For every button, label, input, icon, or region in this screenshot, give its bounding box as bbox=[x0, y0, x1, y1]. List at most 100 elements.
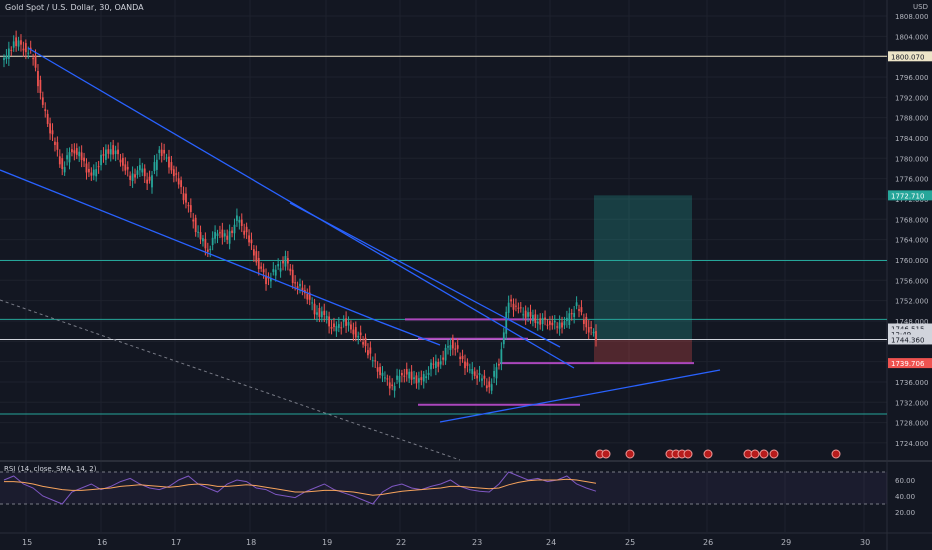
candle-body bbox=[391, 384, 394, 387]
candle-body bbox=[490, 384, 493, 391]
candle-body bbox=[194, 217, 197, 233]
candle-body bbox=[90, 172, 93, 176]
candle-body bbox=[352, 329, 355, 335]
candle-body bbox=[177, 178, 180, 185]
candle-body bbox=[160, 149, 163, 156]
candle-body bbox=[197, 231, 199, 233]
candle-body bbox=[56, 142, 59, 150]
price-label: 1800.070 bbox=[891, 53, 924, 61]
candle-body bbox=[408, 371, 411, 379]
candle-body bbox=[170, 162, 173, 171]
candle-body bbox=[425, 376, 428, 379]
candle-body bbox=[51, 130, 54, 135]
stop-zone bbox=[594, 339, 692, 364]
candle-body bbox=[95, 169, 98, 177]
candle-body bbox=[534, 314, 537, 324]
candle-body bbox=[570, 313, 573, 315]
x-tick-label: 19 bbox=[322, 538, 332, 547]
candle-body bbox=[323, 310, 326, 315]
candle-body bbox=[134, 174, 136, 178]
candle-body bbox=[284, 255, 287, 267]
candle-body bbox=[58, 156, 61, 165]
candle-body bbox=[223, 233, 226, 237]
event-marker-icon bbox=[683, 449, 693, 459]
candle-body bbox=[216, 233, 219, 236]
candle-body bbox=[250, 239, 253, 244]
target-zone bbox=[594, 195, 692, 340]
candle-body bbox=[568, 313, 571, 325]
candle-body bbox=[454, 348, 457, 350]
candle-body bbox=[427, 372, 430, 375]
candle-body bbox=[459, 356, 462, 360]
candle-body bbox=[286, 258, 289, 264]
candle-body bbox=[582, 319, 585, 324]
candle-body bbox=[580, 307, 583, 313]
candle-body bbox=[124, 164, 127, 171]
price-label: 1772.710 bbox=[891, 192, 924, 200]
candle-body bbox=[114, 150, 117, 155]
candle-body bbox=[415, 375, 418, 384]
candle-body bbox=[105, 149, 107, 160]
candle-body bbox=[587, 327, 590, 333]
candle-body bbox=[376, 367, 379, 372]
candle-body bbox=[430, 362, 432, 370]
candle-body bbox=[388, 382, 391, 389]
candle-body bbox=[565, 317, 568, 321]
rsi-tick-label: 60.00 bbox=[895, 477, 915, 485]
candle-body bbox=[75, 148, 78, 155]
candle-body bbox=[493, 370, 495, 377]
candle-body bbox=[396, 375, 398, 380]
candle-body bbox=[34, 55, 37, 68]
candle-body bbox=[12, 41, 15, 48]
candle-body bbox=[88, 168, 90, 173]
candle-body bbox=[478, 373, 481, 376]
candle-body bbox=[439, 361, 442, 365]
candle-body bbox=[44, 109, 47, 112]
candle-body bbox=[432, 363, 435, 365]
candle-body bbox=[398, 375, 401, 383]
y-tick-label: 1736.000 bbox=[895, 379, 928, 387]
candle-body bbox=[466, 362, 469, 366]
candle-body bbox=[471, 368, 474, 374]
candle-body bbox=[206, 249, 209, 252]
candle-body bbox=[420, 377, 423, 381]
candle-body bbox=[386, 378, 389, 380]
candle-body bbox=[73, 150, 76, 154]
candle-body bbox=[447, 346, 449, 348]
candle-body bbox=[517, 307, 520, 309]
candle-body bbox=[80, 152, 83, 161]
candle-body bbox=[379, 366, 381, 375]
candle-body bbox=[248, 235, 250, 243]
candle-body bbox=[109, 149, 112, 155]
x-tick-label: 24 bbox=[546, 538, 556, 547]
candle-body bbox=[27, 52, 30, 54]
rsi-tick-label: 40.00 bbox=[895, 493, 915, 501]
candle-body bbox=[313, 303, 316, 315]
candle-body bbox=[536, 321, 539, 324]
candle-body bbox=[180, 180, 183, 188]
candle-body bbox=[573, 312, 576, 318]
candle-body bbox=[129, 175, 132, 180]
candle-body bbox=[384, 377, 386, 379]
candle-body bbox=[83, 157, 85, 162]
candle-body bbox=[175, 173, 178, 175]
candle-body bbox=[456, 345, 459, 349]
candle-body bbox=[22, 48, 25, 51]
candle-body bbox=[49, 123, 51, 134]
x-tick-label: 29 bbox=[781, 538, 791, 547]
candle-body bbox=[272, 269, 275, 272]
candle-body bbox=[359, 332, 362, 336]
candle-body bbox=[54, 141, 56, 145]
candle-body bbox=[187, 205, 190, 207]
candle-body bbox=[199, 232, 202, 240]
candle-body bbox=[66, 155, 68, 160]
candle-body bbox=[553, 320, 556, 323]
y-tick-label: 1780.000 bbox=[895, 155, 928, 163]
x-tick-label: 17 bbox=[171, 538, 181, 547]
candle-body bbox=[498, 363, 500, 366]
chart-canvas[interactable]: 1808.0001804.0001800.0001796.0001792.000… bbox=[0, 0, 932, 550]
candle-body bbox=[211, 237, 214, 246]
candle-body bbox=[473, 371, 476, 376]
symbol-title: Gold Spot / U.S. Dollar, 30, OANDA bbox=[5, 3, 144, 12]
candle-body bbox=[209, 248, 212, 251]
